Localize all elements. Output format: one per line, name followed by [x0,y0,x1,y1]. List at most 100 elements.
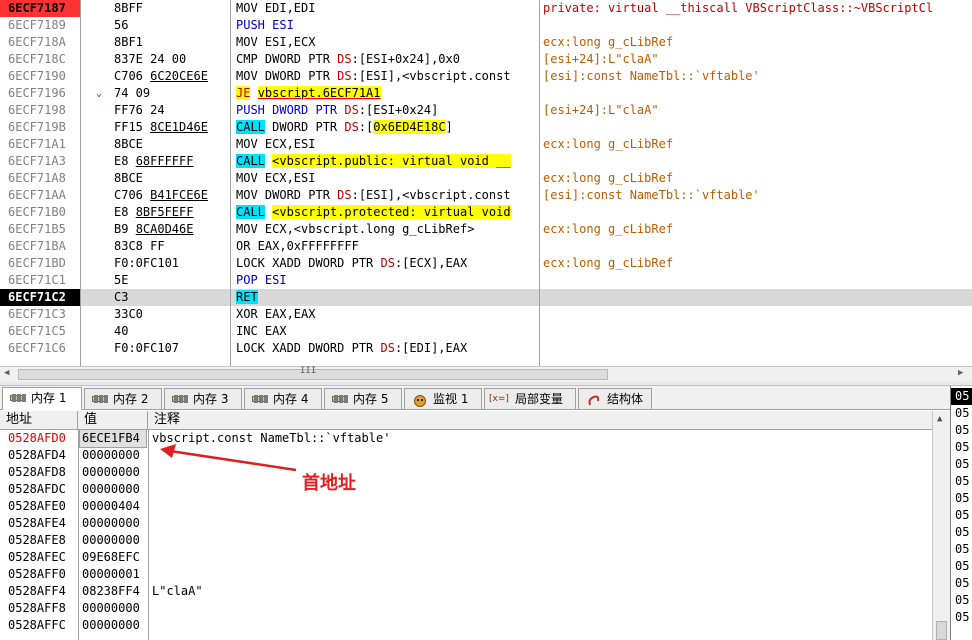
dump-value[interactable]: 00000000 [80,600,146,617]
instruction-address[interactable]: 6ECF7187 [0,0,80,17]
dump-row[interactable]: 0528AFF4 08238FF4 L"claA" [0,583,932,600]
dump-value[interactable]: 6ECE1FB4 [79,430,147,448]
instruction-address[interactable]: 6ECF71C2 [0,289,80,306]
stack-row[interactable]: 05 [955,575,969,592]
instruction-address[interactable]: 6ECF71AA [0,187,80,204]
disasm-row[interactable]: 6ECF718C 837E 24 00 CMP DWORD PTR DS:[ESI+… [0,51,972,68]
dump-row[interactable]: 0528AFF0 00000001 [0,566,932,583]
dump-value[interactable]: 00000000 [80,532,146,549]
disasm-row[interactable]: 6ECF71C2 C3 RET [0,289,972,306]
disasm-row[interactable]: 6ECF7190 C706 6C20CE6E MOV DWORD PTR DS:[E… [0,68,972,85]
instruction-address[interactable]: 6ECF71A1 [0,136,80,153]
stack-row[interactable]: 05 [955,473,969,490]
dump-vertical-scrollbar[interactable]: ▲ [932,411,950,640]
tab-6[interactable]: 监视 1 [404,388,482,409]
dump-value[interactable]: 09E68EFC [80,549,146,566]
dump-address[interactable]: 0528AFDC [0,481,77,498]
disasm-row[interactable]: 6ECF71B0 E8 8BF5FEFF CALL <vbscript.protec… [0,204,972,221]
disasm-row[interactable]: 6ECF71BD F0:0FC101 LOCK XADD DWORD PTR DS:… [0,255,972,272]
dump-row[interactable]: 0528AFE4 00000000 [0,515,932,532]
scroll-left-icon[interactable]: ◀ [4,368,9,378]
dump-address[interactable]: 0528AFF4 [0,583,77,600]
stack-row[interactable]: 05 [955,456,969,473]
instruction-address[interactable]: 6ECF7198 [0,102,80,119]
disasm-row[interactable]: 6ECF71AA C706 B41FCE6E MOV DWORD PTR DS:[E… [0,187,972,204]
dump-value[interactable]: 00000404 [80,498,146,515]
dump-row[interactable]: 0528AFDC 00000000 [0,481,932,498]
dump-row[interactable]: 0528AFE0 00000404 [0,498,932,515]
tab-1[interactable]: 内存 1 [2,387,82,410]
disasm-row[interactable]: 6ECF7196 ⌄ 74 09 JE vbscript.6ECF71A1 [0,85,972,102]
tab-2[interactable]: 内存 2 [84,388,162,409]
dump-address[interactable]: 0528AFEC [0,549,77,566]
dump-value[interactable]: 00000000 [80,481,146,498]
instruction-address[interactable]: 6ECF71A8 [0,170,80,187]
disassembly-pane[interactable]: 6ECF7187 8BFF MOV EDI,EDI private: virtual … [0,0,972,366]
stack-pane[interactable]: 05 05 05 05 05 05 05 05 05 05 05 05 05 05 [950,386,972,640]
disasm-row[interactable]: 6ECF71C5 40 INC EAX [0,323,972,340]
instruction-address[interactable]: 6ECF71C3 [0,306,80,323]
dump-address[interactable]: 0528AFF8 [0,600,77,617]
disasm-row[interactable]: 6ECF71A3 E8 68FFFFFF CALL <vbscript.public… [0,153,972,170]
dump-value[interactable]: 08238FF4 [80,583,146,600]
stack-row[interactable]: 05 [955,524,969,541]
tab-5[interactable]: 内存 5 [324,388,402,409]
dump-pane[interactable]: 0528AFD0 6ECE1FB4 vbscript.const NameTbl::… [0,430,932,640]
scroll-right-icon[interactable]: ▶ [958,368,963,378]
instruction-address[interactable]: 6ECF7190 [0,68,80,85]
stack-row[interactable]: 05 [955,422,969,439]
scroll-thumb[interactable] [936,621,947,640]
stack-row[interactable]: 05 [955,541,969,558]
header-value[interactable]: 值 [78,411,148,430]
instruction-address[interactable]: 6ECF71BD [0,255,80,272]
disasm-row[interactable]: 6ECF71BA 83C8 FF OR EAX,0xFFFFFFFF [0,238,972,255]
dump-address[interactable]: 0528AFE0 [0,498,77,515]
instruction-address[interactable]: 6ECF71B0 [0,204,80,221]
disasm-row[interactable]: 6ECF71B5 B9 8CA0D46E MOV ECX,<vbscript.lon… [0,221,972,238]
dump-address[interactable]: 0528AFD4 [0,447,77,464]
disasm-row[interactable]: 6ECF71C3 33C0 XOR EAX,EAX [0,306,972,323]
dump-address[interactable]: 0528AFE8 [0,532,77,549]
stack-row[interactable]: 05 [955,558,969,575]
dump-address[interactable]: 0528AFD0 [0,430,77,447]
tab-7[interactable]: [x=] 局部变量 [484,388,576,409]
disasm-row[interactable]: 6ECF719B FF15 8CE1D46E CALL DWORD PTR DS:[… [0,119,972,136]
tab-4[interactable]: 内存 4 [244,388,322,409]
disasm-row[interactable]: 6ECF71A8 8BCE MOV ECX,ESI ecx:long g_cLibRe… [0,170,972,187]
dump-address[interactable]: 0528AFFC [0,617,77,634]
disasm-row[interactable]: 6ECF71C1 5E POP ESI [0,272,972,289]
header-address[interactable]: 地址 [0,411,78,430]
dump-address[interactable]: 0528AFD8 [0,464,77,481]
tab-8[interactable]: 结构体 [578,388,652,409]
instruction-address[interactable]: 6ECF718A [0,34,80,51]
instruction-address[interactable]: 6ECF71C5 [0,323,80,340]
disasm-horizontal-scrollbar[interactable]: ◀ III ▶ [0,366,972,382]
header-comment[interactable]: 注释 [148,411,932,430]
disasm-row[interactable]: 6ECF71A1 8BCE MOV ECX,ESI ecx:long g_cLibRe… [0,136,972,153]
instruction-address[interactable]: 6ECF71C1 [0,272,80,289]
dump-value[interactable]: 00000000 [80,464,146,481]
instruction-address[interactable]: 6ECF7196 [0,85,80,102]
stack-row[interactable]: 05 [955,490,969,507]
dump-row[interactable]: 0528AFE8 00000000 [0,532,932,549]
dump-row[interactable]: 0528AFD0 6ECE1FB4 vbscript.const NameTbl::… [0,430,932,448]
instruction-address[interactable]: 6ECF71A3 [0,153,80,170]
disasm-row[interactable]: 6ECF718A 8BF1 MOV ESI,ECX ecx:long g_cLibRe… [0,34,972,51]
stack-row[interactable]: 05 [955,592,969,609]
dump-value[interactable]: 00000000 [80,447,146,464]
disasm-row[interactable]: 6ECF7198 FF76 24 PUSH DWORD PTR DS:[ESI+0x… [0,102,972,119]
stack-row[interactable]: 05 [955,405,969,422]
instruction-address[interactable]: 6ECF718C [0,51,80,68]
dump-row[interactable]: 0528AFD8 00000000 [0,464,932,481]
dump-row[interactable]: 0528AFD4 00000000 [0,447,932,464]
instruction-address[interactable]: 6ECF71BA [0,238,80,255]
dump-row[interactable]: 0528AFF8 00000000 [0,600,932,617]
tab-3[interactable]: 内存 3 [164,388,242,409]
dump-value[interactable]: 00000000 [80,515,146,532]
disasm-row[interactable]: 6ECF7187 8BFF MOV EDI,EDI private: virtual … [0,0,972,17]
instruction-address[interactable]: 6ECF71B5 [0,221,80,238]
disasm-row[interactable]: 6ECF7189 56 PUSH ESI [0,17,972,34]
disasm-row[interactable]: 6ECF71C6 F0:0FC107 LOCK XADD DWORD PTR DS:… [0,340,972,357]
instruction-address[interactable]: 6ECF719B [0,119,80,136]
dump-value[interactable]: 00000000 [80,617,146,634]
